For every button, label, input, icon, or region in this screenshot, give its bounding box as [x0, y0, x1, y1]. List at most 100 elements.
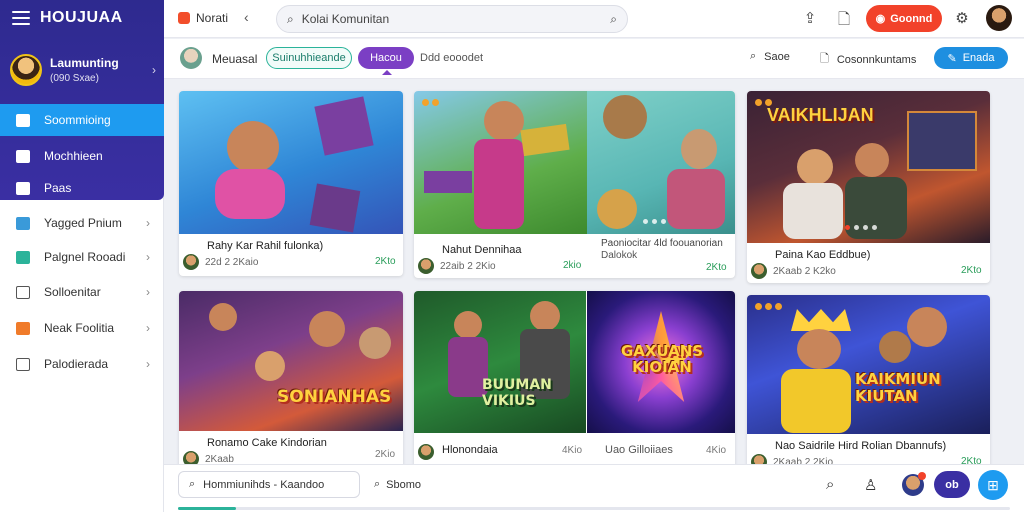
- profile-name: Laumunting: [50, 56, 119, 70]
- card-title[interactable]: Paina Kao Eddbue): [775, 249, 870, 261]
- card-count: 2Kto: [961, 265, 982, 276]
- sidebar-item-4[interactable]: Palodierada ›: [0, 348, 164, 380]
- card-title[interactable]: Hlonondaia: [442, 444, 498, 456]
- nav-item-1[interactable]: Mochhieen: [0, 140, 164, 172]
- action-button-label: Enada: [962, 52, 995, 64]
- card-subtitle: Dalokok: [601, 250, 638, 261]
- grid-icon[interactable]: ⊞: [978, 470, 1008, 500]
- ball-image: [603, 95, 647, 139]
- header-logo-label: Norati: [196, 11, 229, 25]
- progress-bar: [178, 507, 1010, 510]
- sidebar-item-label: Neak Foolitia: [44, 321, 115, 335]
- sidebar-item-label: Palodierada: [44, 357, 109, 371]
- pin-icon: ✎: [947, 52, 957, 65]
- search-input[interactable]: ⌕ Kolai Komunitan ⌕: [276, 5, 628, 33]
- chevron-right-icon: ›: [146, 285, 150, 299]
- video-card[interactable]: KAIKMIUN KIUTAN Nao Saidrile Hird Rolian…: [747, 295, 990, 471]
- avatar[interactable]: [180, 47, 202, 69]
- video-card[interactable]: VAIKHLIJAN Paina Kao Eddbue) 2Kaab 2 K2k…: [747, 91, 990, 283]
- card-count: 2Kto: [706, 262, 727, 273]
- nav-label: Mochhieen: [44, 149, 103, 163]
- primary-button[interactable]: ◉ Goonnd: [866, 5, 942, 32]
- video-card[interactable]: Rahy Kar Rahil fulonka) 22d 2 2Kaio 2Kto: [179, 91, 403, 276]
- card-title[interactable]: Paoniocitar 4ld foouanorian: [601, 238, 723, 249]
- sidebar-item-2[interactable]: Solloenitar ›: [0, 276, 164, 308]
- card-thumbnail[interactable]: [179, 91, 403, 234]
- card-thumbnail[interactable]: KAIKMIUN KIUTAN: [747, 295, 990, 434]
- bottom-link-label: Sbomo: [386, 478, 422, 491]
- avatar: [418, 258, 434, 274]
- card-thumbnail[interactable]: BUUMAN VIKIUS: [414, 291, 586, 433]
- carousel-dots[interactable]: [845, 225, 877, 230]
- card-thumbnail[interactable]: [587, 91, 735, 234]
- card-count: 4Kio: [562, 445, 583, 456]
- card-title[interactable]: Uao Gilloiiaes: [605, 444, 673, 456]
- user-icon[interactable]: ♙: [864, 476, 877, 494]
- card-meta-text: 2Kaab: [205, 453, 234, 465]
- avatar: [418, 444, 434, 460]
- character-image: [484, 101, 524, 141]
- bottom-link[interactable]: ⌕ Sbomo: [374, 478, 421, 491]
- search-icon: ⌕: [750, 50, 757, 62]
- profile-card[interactable]: Laumunting (090 Sxae) ›: [10, 50, 156, 90]
- grid-icon: [16, 181, 30, 195]
- video-card[interactable]: BUUMAN VIKIUS GAXUANS KIOIAN Hlonondaia …: [414, 291, 735, 471]
- card-thumbnail[interactable]: SONIANHAS: [179, 291, 403, 431]
- action-button[interactable]: ✎ Enada: [934, 47, 1008, 69]
- sidebar-item-3[interactable]: Neak Foolitia ›: [0, 312, 164, 344]
- search-icon[interactable]: ⌕: [826, 476, 834, 493]
- character-image: [227, 121, 279, 173]
- user-avatar[interactable]: [986, 5, 1012, 31]
- nav-item-0[interactable]: Soommioing: [0, 104, 164, 136]
- save-link[interactable]: ⌕ Saoe: [750, 50, 790, 63]
- card-title[interactable]: Nao Saidrile Hird Rolian Dbannufs): [775, 440, 946, 452]
- video-card[interactable]: SONIANHAS Ronamo Cake Kindorian 2Kaab 2K…: [179, 291, 403, 471]
- upload-icon[interactable]: ⇪: [800, 9, 820, 29]
- sort-link[interactable]: 🗋 Cosonnkuntams: [820, 50, 916, 69]
- record-icon: ◉: [875, 13, 886, 25]
- brand[interactable]: HOUJUAA: [12, 8, 123, 28]
- bottom-pill-button[interactable]: ob: [934, 471, 970, 498]
- card-thumbnail[interactable]: GAXUANS KIOIAN: [587, 291, 735, 433]
- bottom-search-input[interactable]: ⌕ Hommiunihds - Kaandoo: [178, 471, 360, 498]
- character-image: [855, 143, 889, 177]
- character-image: [667, 169, 725, 229]
- badge: [422, 99, 439, 106]
- header-logo[interactable]: Norati: [178, 11, 228, 25]
- character-image: [309, 311, 345, 347]
- card-thumbnail[interactable]: [414, 91, 587, 234]
- carousel-dots[interactable]: [643, 219, 666, 224]
- chevron-right-icon: ›: [146, 357, 150, 371]
- sidebar-item-label: Palgnel Rooadi: [44, 250, 126, 264]
- notification-icon[interactable]: 🗋: [834, 9, 854, 29]
- nav-item-2[interactable]: Paas: [0, 172, 164, 204]
- card-title[interactable]: Ronamo Cake Kindorian: [207, 437, 327, 449]
- card-title[interactable]: Rahy Kar Rahil fulonka): [207, 240, 323, 252]
- sign-image: [520, 123, 570, 157]
- overlay-text: KAIKMIUN KIUTAN: [855, 370, 941, 405]
- sidebar-item-0[interactable]: Yagged Pnium ›: [0, 207, 164, 239]
- sidebar-item-label: Solloenitar: [44, 285, 101, 299]
- hamburger-menu-icon[interactable]: [12, 11, 30, 25]
- home-icon: [16, 113, 30, 127]
- sidebar-item-1[interactable]: Palgnel Rooadi ›: [0, 241, 164, 273]
- card-count: 2Kio: [375, 449, 396, 460]
- filter-chip-active[interactable]: Hacou: [358, 47, 414, 69]
- screen-image: [907, 111, 977, 171]
- settings-icon[interactable]: ⚙: [952, 9, 972, 29]
- filter-text[interactable]: Ddd eooodet: [420, 52, 483, 64]
- chevron-left-icon[interactable]: ‹: [244, 9, 249, 25]
- document-icon: 🗋: [820, 53, 829, 65]
- video-card[interactable]: Nahut Dennihaa 22aib 2 2Kio 2kio Paonioc…: [414, 91, 735, 278]
- filter-chip[interactable]: Suinuhhieande: [266, 47, 352, 69]
- card-title[interactable]: Nahut Dennihaa: [442, 244, 522, 256]
- character-image: [359, 327, 391, 359]
- chevron-right-icon: ›: [146, 216, 150, 230]
- card-thumbnail[interactable]: VAIKHLIJAN: [747, 91, 990, 243]
- nav-label: Paas: [44, 181, 72, 195]
- character-image: [209, 303, 237, 331]
- card-meta-text: 2Kaab 2 K2ko: [773, 265, 836, 277]
- card-meta: [418, 444, 434, 460]
- search-icon[interactable]: ⌕: [610, 12, 617, 27]
- avatar: [183, 254, 199, 270]
